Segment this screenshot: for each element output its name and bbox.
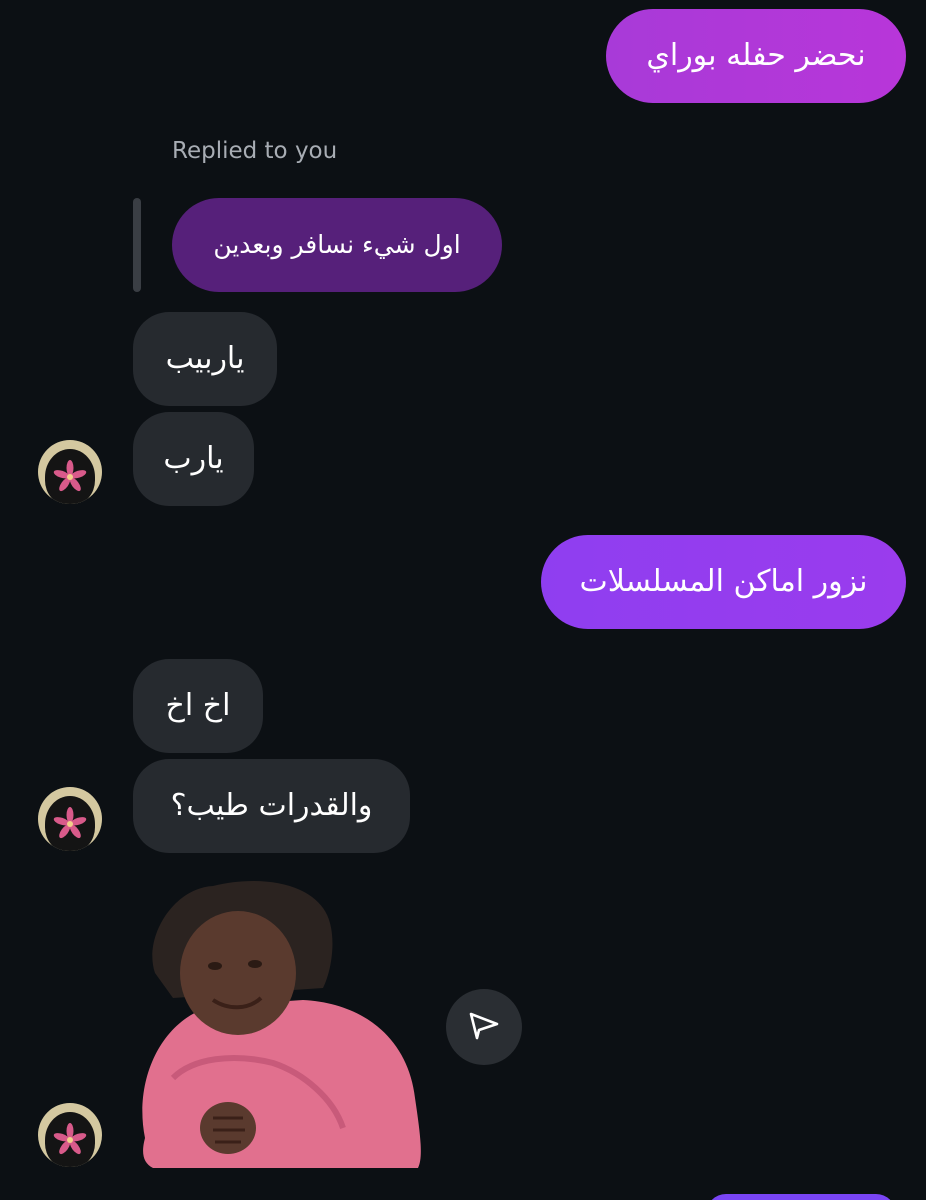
chat-thread[interactable]: نحضر حفله بوراي Replied to you اول شيء ن… [0,0,926,1200]
lily-flower-avatar-icon [45,1112,95,1167]
sent-message-bubble[interactable]: نزور اماكن المسلسلات [541,535,906,629]
sender-avatar[interactable] [38,1103,102,1167]
message-text: والقدرات طيب؟ [170,788,373,823]
received-message-bubble[interactable]: اخ اخ [133,659,263,753]
received-message-bubble[interactable]: ياربيب [133,312,277,406]
message-text: اخ اخ [165,688,231,723]
sender-avatar[interactable] [38,440,102,504]
quoted-message-bubble[interactable]: اول شيء نسافر وبعدين [172,198,502,292]
message-text: نحضر حفله بوراي [646,38,866,73]
message-text: نزور اماكن المسلسلات [579,564,868,599]
lily-flower-avatar-icon [45,449,95,504]
share-button[interactable] [446,989,522,1065]
reply-quote-bar [133,198,141,292]
message-text: يارب [163,441,224,476]
replied-to-you-label: Replied to you [172,138,338,164]
lily-flower-avatar-icon [45,796,95,851]
sent-message-bubble[interactable]: نحضر حفله بوراي [606,9,906,103]
child-sticker-image[interactable] [133,878,433,1170]
paper-plane-icon [467,1008,501,1046]
quoted-message-text: اول شيء نسافر وبعدين [213,230,461,259]
message-text: ياربيب [165,341,245,376]
sender-avatar[interactable] [38,787,102,851]
received-message-bubble[interactable]: يارب [133,412,254,506]
received-message-bubble[interactable]: والقدرات طيب؟ [133,759,410,853]
sent-message-bubble[interactable] [706,1194,896,1200]
